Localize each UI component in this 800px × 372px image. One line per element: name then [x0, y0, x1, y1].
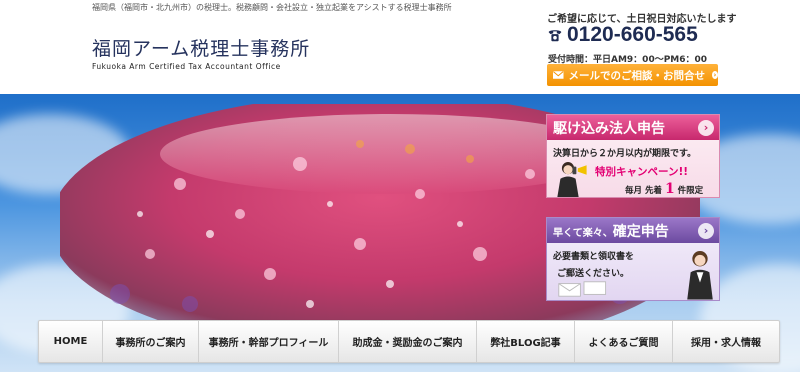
megaphone-icon	[577, 165, 587, 175]
phone-icon	[548, 30, 562, 42]
promo-corporate-filing-title: 駆け込み法人申告	[553, 120, 665, 137]
nav-item-subsidies[interactable]: 助成金・奨励金のご案内	[339, 321, 477, 362]
limited-offer-note: 毎月 先着 1 件限定	[625, 181, 703, 197]
phone-number[interactable]: 0120-660-565	[546, 23, 698, 47]
envelopes-illustration	[558, 281, 607, 297]
nav-item-recruit[interactable]: 採用・求人情報	[673, 321, 779, 362]
limited-offer-prefix: 毎月 先着	[625, 186, 662, 196]
nav-item-blog[interactable]: 弊社BLOG記事	[477, 321, 575, 362]
chevron-right-icon: ›	[698, 222, 714, 239]
promo-tax-return-title-prefix: 早くて楽々、	[553, 227, 613, 239]
limited-offer-suffix: 件限定	[677, 186, 704, 196]
site-tagline: 福岡県（福岡市・北九州市）の税理士。税務顧問・会社設立・独立起業をアシストする税…	[92, 3, 452, 12]
promo-corporate-filing[interactable]: 駆け込み法人申告 › 決算日から２か月以内が期限です。 特別キャンペーン!! 毎…	[546, 114, 720, 198]
nav-item-home[interactable]: HOME	[39, 321, 103, 362]
site-header: 福岡県（福岡市・北九州市）の税理士。税務顧問・会社設立・独立起業をアシストする税…	[0, 0, 800, 94]
promo-corporate-filing-header[interactable]: 駆け込み法人申告 ›	[547, 115, 719, 140]
businesswoman-illustration	[687, 251, 713, 300]
mail-icon	[553, 71, 564, 79]
promo-deadline-text: 決算日から２か月以内が期限です。	[553, 149, 697, 159]
mail-button-label: メールでのご相談・お問合せ	[568, 69, 706, 82]
chevron-right-icon: ›	[698, 119, 714, 136]
mail-contact-button[interactable]: メールでのご相談・お問合せ ›	[547, 64, 718, 86]
site-logo-title[interactable]: 福岡アーム税理士事務所	[92, 34, 310, 61]
promo-tax-return-title: 早くて楽々、確定申告	[553, 221, 669, 241]
special-campaign-label: 特別キャンペーン!!	[595, 166, 689, 178]
nav-item-profile[interactable]: 事務所・幹部プロフィール	[199, 321, 339, 362]
limited-offer-number: 1	[664, 181, 675, 197]
promo-documents-text: 必要書類と領収書を	[553, 252, 635, 262]
promo-tax-return-title-main: 確定申告	[612, 223, 669, 240]
nav-item-office-info[interactable]: 事務所のご案内	[103, 321, 199, 362]
site-logo-subtitle: Fukuoka Arm Certified Tax Accountant Off…	[92, 62, 281, 71]
nav-item-faq[interactable]: よくあるご質問	[575, 321, 673, 362]
promo-tax-return-header[interactable]: 早くて楽々、確定申告 ›	[547, 218, 719, 243]
chevron-right-icon: ›	[712, 71, 718, 79]
phone-number-text: 0120-660-565	[567, 23, 698, 46]
promo-tax-return[interactable]: 早くて楽々、確定申告 › 必要書類と領収書を ご郵送ください。	[546, 217, 720, 301]
promo-mail-text: ご郵送ください。	[557, 269, 630, 279]
main-nav: HOME 事務所のご案内 事務所・幹部プロフィール 助成金・奨励金のご案内 弊社…	[38, 320, 780, 363]
